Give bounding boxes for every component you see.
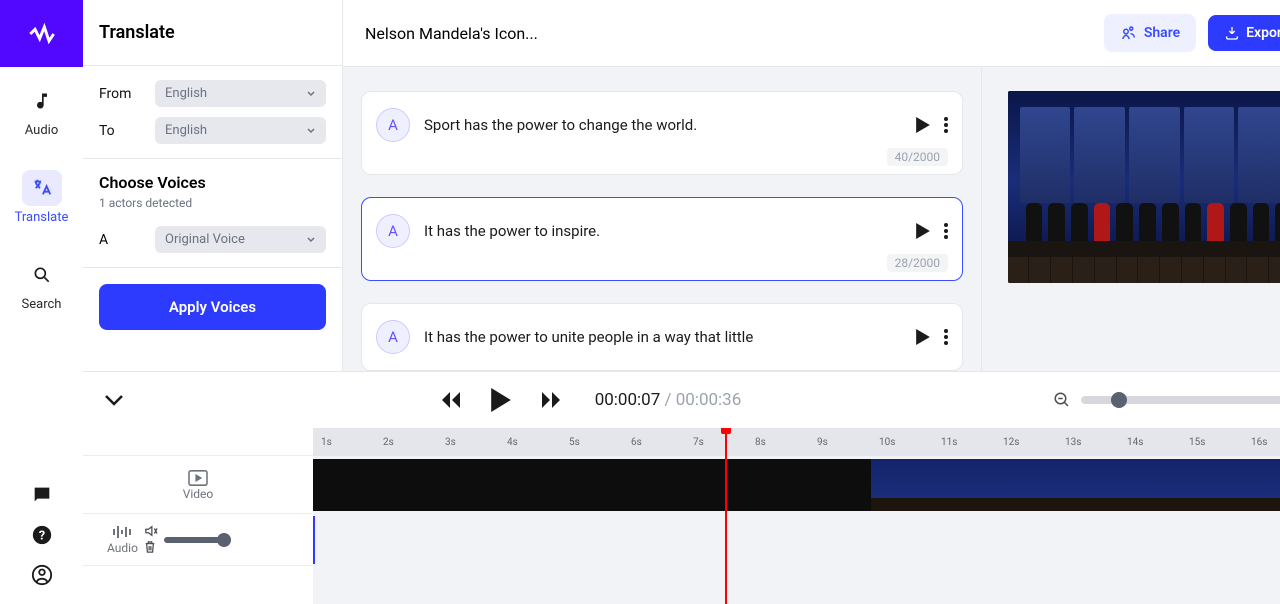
line-text[interactable]: It has the power to unite people in a wa…: [424, 328, 902, 346]
line-card[interactable]: A It has the power to unite people in a …: [361, 303, 963, 371]
trash-icon[interactable]: [144, 540, 156, 554]
to-language-select[interactable]: English: [155, 117, 326, 144]
actor-letter: A: [99, 232, 155, 248]
video-track-label[interactable]: Video: [83, 456, 313, 514]
account-icon[interactable]: [31, 564, 53, 586]
actor-voice-value: Original Voice: [165, 232, 245, 247]
rail-translate[interactable]: Translate: [15, 154, 69, 241]
video-track[interactable]: [313, 456, 1280, 514]
translate-icon: [22, 170, 62, 206]
video-preview[interactable]: [1008, 91, 1280, 283]
music-note-icon: [22, 83, 62, 119]
video-preview-panel: [981, 67, 1280, 371]
chat-icon[interactable]: [31, 484, 53, 506]
timeline-tracks[interactable]: 1s2s3s4s 5s6s7s8s 9s10s11s12s 13s14s15s1…: [313, 428, 1280, 604]
rail-audio[interactable]: Audio: [22, 67, 62, 154]
audio-volume-slider[interactable]: [164, 537, 224, 543]
rail-search[interactable]: Search: [22, 241, 62, 328]
actor-avatar: A: [376, 214, 410, 248]
audio-bars-icon: [112, 525, 132, 539]
skip-back-icon[interactable]: [437, 390, 461, 410]
total-duration: 00:00:36: [676, 390, 742, 410]
zoom-slider[interactable]: [1081, 396, 1280, 404]
line-card[interactable]: A It has the power to inspire. 28/2000: [361, 197, 963, 281]
audio-clip[interactable]: [313, 516, 1280, 564]
audio-track-label[interactable]: Audio: [83, 514, 313, 566]
from-value: English: [165, 86, 207, 101]
zoom-out-icon[interactable]: [1053, 391, 1071, 409]
download-icon: [1224, 25, 1240, 41]
left-rail: Audio Translate Search ?: [0, 0, 83, 604]
actor-avatar: A: [376, 320, 410, 354]
current-time: 00:00:07: [595, 390, 661, 410]
skip-forward-icon[interactable]: [541, 390, 565, 410]
search-icon: [22, 257, 62, 293]
more-icon[interactable]: [944, 329, 948, 345]
video-icon: [187, 469, 209, 487]
apply-voices-button[interactable]: Apply Voices: [99, 284, 326, 330]
svg-text:?: ?: [38, 529, 44, 544]
chevron-down-icon: [306, 235, 316, 245]
line-text[interactable]: It has the power to inspire.: [424, 222, 902, 240]
timeline-panel: 00:00:07 / 00:00:36 Video Audio: [83, 371, 1280, 604]
char-count: 40/2000: [887, 148, 948, 166]
share-button[interactable]: Share: [1104, 14, 1196, 52]
panel-title: Translate: [83, 0, 342, 66]
to-value: English: [165, 123, 207, 138]
export-button[interactable]: Export: [1208, 15, 1280, 51]
track-labels: Video Audio: [83, 428, 313, 604]
from-language-select[interactable]: English: [155, 80, 326, 107]
rail-bottom: ?: [31, 484, 53, 604]
more-icon[interactable]: [944, 223, 948, 239]
actor-voice-select[interactable]: Original Voice: [155, 226, 326, 253]
collapse-timeline-button[interactable]: [103, 393, 125, 407]
chevron-down-icon: [306, 126, 316, 136]
voices-subtitle: 1 actors detected: [99, 196, 326, 210]
play-icon[interactable]: [916, 223, 930, 239]
line-card[interactable]: A Sport has the power to change the worl…: [361, 91, 963, 175]
mute-icon[interactable]: [144, 525, 158, 537]
lines-list: A Sport has the power to change the worl…: [343, 67, 981, 371]
rail-translate-label: Translate: [15, 210, 69, 225]
more-icon[interactable]: [944, 117, 948, 133]
chevron-down-icon: [306, 89, 316, 99]
play-icon[interactable]: [916, 117, 930, 133]
rail-search-label: Search: [22, 297, 62, 312]
to-label: To: [99, 123, 155, 139]
actor-avatar: A: [376, 108, 410, 142]
char-count: 28/2000: [887, 254, 948, 272]
project-title[interactable]: Nelson Mandela's Icon...: [365, 24, 1092, 43]
logo[interactable]: [0, 0, 83, 67]
playhead[interactable]: [725, 428, 727, 604]
line-text[interactable]: Sport has the power to change the world.: [424, 116, 902, 134]
from-label: From: [99, 86, 155, 102]
header-bar: Nelson Mandela's Icon... Share Export: [343, 0, 1280, 67]
time-display: 00:00:07 / 00:00:36: [595, 390, 742, 410]
play-icon[interactable]: [916, 329, 930, 345]
voices-title: Choose Voices: [99, 173, 326, 192]
help-icon[interactable]: ?: [31, 524, 53, 546]
audio-track[interactable]: [313, 514, 1280, 566]
video-clip[interactable]: [313, 459, 1280, 511]
time-ruler[interactable]: 1s2s3s4s 5s6s7s8s 9s10s11s12s 13s14s15s1…: [313, 428, 1280, 456]
translate-panel: Translate From English To English: [83, 0, 343, 371]
rail-audio-label: Audio: [25, 123, 58, 138]
share-icon: [1120, 24, 1138, 42]
play-button[interactable]: [491, 388, 511, 412]
